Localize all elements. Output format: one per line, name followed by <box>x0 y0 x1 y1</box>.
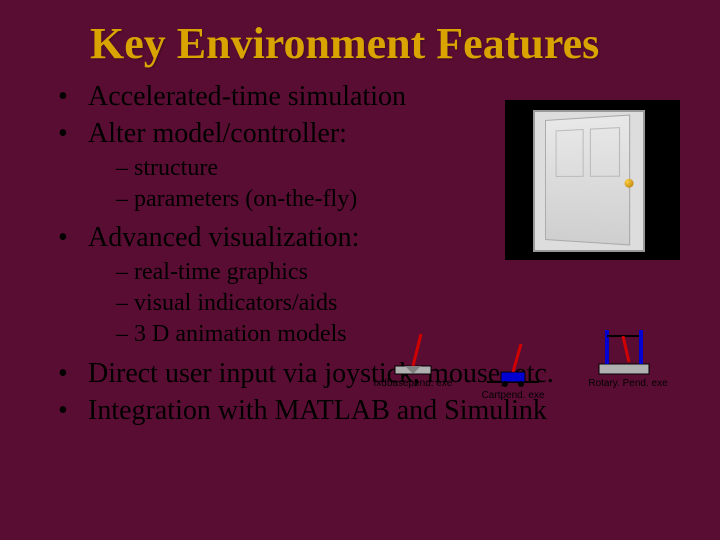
icon-caption: Cartpend. exe <box>468 390 558 401</box>
door-knob <box>625 179 634 188</box>
bullet-text: Alter model/controller: <box>88 118 347 149</box>
sub-item: real-time graphics <box>116 257 690 288</box>
slide-title: Key Environment Features <box>0 0 720 79</box>
slide: Key Environment Features Accelerated-tim… <box>0 0 720 540</box>
door-frame <box>533 110 645 252</box>
bullet-text: Accelerated-time simulation <box>88 81 406 112</box>
icon-caption: fxdbasepend. exe <box>368 378 458 389</box>
sub-item: visual indicators/aids <box>116 288 690 319</box>
fxdbase-pend-icon: fxdbasepend. exe <box>368 328 458 389</box>
pendulum-icons: fxdbasepend. exe Cartpend. exe Rotary. P… <box>368 328 698 418</box>
bullet-text: Advanced visualization: <box>88 222 359 253</box>
door-icon <box>505 100 680 260</box>
rotary-pend-icon: Rotary. Pend. exe <box>573 328 683 389</box>
icon-caption: Rotary. Pend. exe <box>573 378 683 389</box>
cart-pend-icon: Cartpend. exe <box>468 340 558 401</box>
pendulum-icon <box>593 328 663 376</box>
pendulum-icon <box>391 328 435 376</box>
door-panel <box>545 114 630 245</box>
pendulum-icon <box>483 340 543 388</box>
